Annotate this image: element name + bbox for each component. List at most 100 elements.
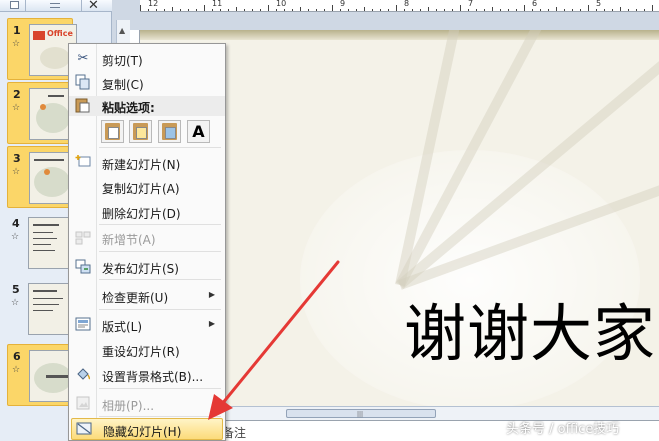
ruler-tick [348, 9, 349, 11]
paste-keep-formatting-button[interactable] [129, 120, 152, 143]
ruler-tick [316, 9, 317, 11]
thumb-line [33, 250, 55, 251]
menu-item-check-updates[interactable]: 检查更新(U) ▶ [71, 285, 223, 307]
paste-use-destination-button[interactable] [101, 120, 124, 143]
thumb-title: Office [47, 29, 73, 38]
clipboard-icon [74, 97, 90, 117]
pane-close-icon[interactable]: ✕ [88, 0, 99, 13]
ruler-tick [396, 5, 397, 11]
ruler-tick [140, 5, 141, 11]
slide-thumbnail-6[interactable]: 6 ☆ [7, 344, 77, 406]
slide-thumbnail-2[interactable]: 2 ☆ [7, 82, 77, 144]
menu-item-new-slide[interactable]: 新建幻灯片(N) [71, 152, 223, 174]
pane-tabs: ✕ [0, 0, 112, 13]
menu-label: 复制(C) [102, 78, 144, 92]
menu-label: 删除幻灯片(D) [102, 207, 181, 221]
ruler-tick [148, 9, 149, 11]
slide-number: 5 [12, 283, 20, 296]
ruler-label: 12 [148, 0, 159, 8]
thumb-line [33, 290, 57, 292]
ruler-tick [500, 9, 501, 11]
menu-item-publish-slides[interactable]: 发布幻灯片(S) [71, 256, 223, 278]
ruler-tick [468, 9, 469, 11]
hide-slide-icon [75, 421, 93, 439]
star-icon: ☆ [11, 298, 20, 308]
ruler-tick [388, 9, 389, 11]
paste-text-only-button[interactable]: A [187, 120, 210, 143]
menu-item-hide-slide[interactable]: 隐藏幻灯片(H) [71, 418, 223, 440]
ruler-tick [428, 7, 429, 11]
tab-outline[interactable] [26, 0, 82, 11]
ruler-tick [612, 9, 613, 11]
paste-options-header: 粘贴选项: [69, 96, 225, 116]
menu-item-copy[interactable]: 复制(C) [71, 72, 223, 94]
thumb-line [33, 238, 57, 239]
scroll-thumb[interactable]: ||| [286, 409, 436, 418]
thumb-line [33, 244, 51, 245]
ruler-tick [164, 9, 165, 11]
menu-item-new-section[interactable]: 新增节(A) [71, 227, 223, 249]
thumb-line [46, 375, 68, 378]
scroll-up-icon[interactable]: ▲ [119, 26, 128, 35]
ruler-tick [628, 9, 629, 11]
office-logo-icon [33, 31, 45, 40]
ruler-tick [652, 5, 653, 11]
ruler-tick [588, 5, 589, 11]
ruler-tick [524, 5, 525, 11]
ruler-tick [636, 9, 637, 11]
ruler-tick [644, 9, 645, 11]
ruler-tick [196, 9, 197, 11]
ruler-tick [324, 9, 325, 11]
thumb-line [33, 310, 53, 311]
ruler-tick [356, 9, 357, 11]
menu-item-reset-slide[interactable]: 重设幻灯片(R) [71, 339, 223, 361]
ruler-tick [276, 9, 277, 11]
menu-item-delete-slide[interactable]: 删除幻灯片(D) [71, 201, 223, 223]
ruler-tick [372, 9, 373, 11]
ruler-label: 9 [340, 0, 346, 8]
slide-thumbnail-3[interactable]: 3 ☆ [7, 146, 77, 208]
publish-slides-icon [74, 258, 92, 276]
ruler-tick [540, 9, 541, 11]
photo-album-icon [74, 395, 92, 413]
submenu-arrow-icon: ▶ [208, 290, 215, 299]
slide-title[interactable]: 谢谢大家 [404, 283, 656, 373]
thumb-line [34, 159, 64, 161]
paste-format-icon [136, 127, 147, 139]
slide-number: 1 [13, 24, 21, 37]
ruler-tick [292, 9, 293, 11]
menu-label: 新增节(A) [102, 233, 156, 247]
ruler-tick [564, 9, 565, 11]
slide-thumbnail-4[interactable]: 4 ☆ [7, 212, 76, 274]
ruler-tick [228, 9, 229, 11]
thumb-line [33, 304, 59, 305]
menu-separator [99, 416, 221, 417]
ruler-tick [556, 7, 557, 11]
ruler-tick [188, 9, 189, 11]
menu-item-layout[interactable]: 版式(L) ▶ [71, 314, 223, 336]
menu-item-photo-album[interactable]: 相册(P)... [71, 393, 223, 415]
paste-picture-button[interactable] [158, 120, 181, 143]
ruler-tick [484, 9, 485, 11]
menu-item-format-background[interactable]: 设置背景格式(B)... [71, 364, 223, 386]
slide-thumbnail-1[interactable]: 1 ☆ Office [7, 18, 77, 80]
menu-item-cut[interactable]: ✂ 剪切(T) [71, 48, 223, 70]
ruler-label: 11 [212, 0, 223, 8]
ruler-tick [604, 9, 605, 11]
new-slide-icon [74, 154, 92, 172]
ruler-label: 6 [532, 0, 538, 8]
thumb-line [33, 224, 59, 226]
menu-item-duplicate-slide[interactable]: 复制幻灯片(A) [71, 176, 223, 198]
menu-label: 隐藏幻灯片(H) [103, 425, 182, 439]
slide-thumbnail-5[interactable]: 5 ☆ [7, 278, 76, 340]
tab-slides[interactable] [0, 0, 26, 11]
ruler-label: 5 [596, 0, 602, 8]
ruler-tick [492, 7, 493, 11]
ruler-tick [268, 5, 269, 11]
slide-number: 6 [13, 350, 21, 363]
paste-options-label: 粘贴选项: [102, 101, 155, 115]
ruler-tick [340, 9, 341, 11]
ruler-tick [580, 9, 581, 11]
slides-tab-icon [10, 1, 19, 9]
ruler-tick [244, 9, 245, 11]
